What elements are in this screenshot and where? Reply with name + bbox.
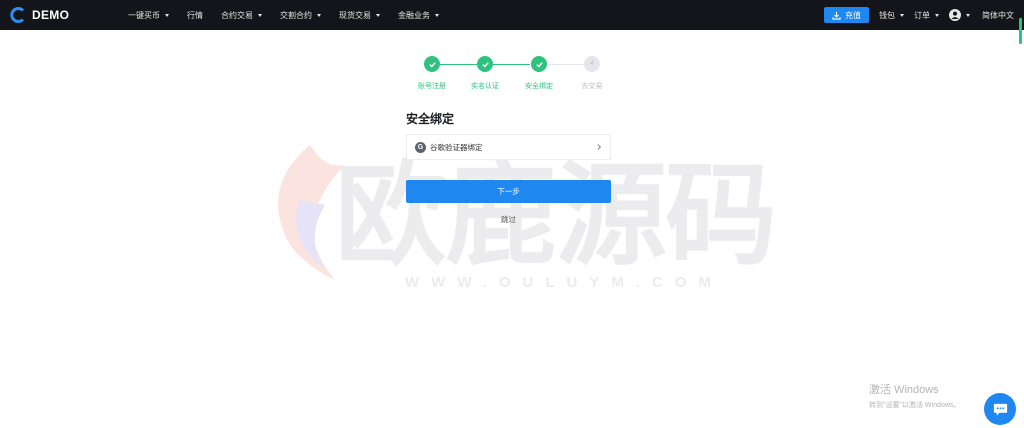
caret-down-icon bbox=[935, 13, 939, 17]
activation-title: 激活 Windows bbox=[869, 384, 939, 396]
support-chat-button[interactable] bbox=[984, 393, 1016, 425]
nav-item-label: 交割合约 bbox=[280, 10, 312, 20]
page-title: 安全绑定 bbox=[406, 112, 455, 126]
step-check-circle bbox=[424, 56, 440, 72]
nav-item-contract-trading[interactable]: 合约交易 bbox=[221, 0, 262, 30]
brand-name: DEMO bbox=[32, 8, 70, 22]
nav-item-spot-trading[interactable]: 现货交易 bbox=[339, 0, 380, 30]
nav-item-quick-buy[interactable]: 一键买币 bbox=[128, 0, 169, 30]
caret-down-icon bbox=[900, 13, 904, 17]
step-check-circle bbox=[477, 56, 493, 72]
step-go-trade: 4 去交易 bbox=[566, 56, 618, 91]
check-icon bbox=[535, 61, 543, 67]
brand-logo[interactable]: DEMO bbox=[10, 7, 69, 23]
recharge-label: 充值 bbox=[845, 10, 861, 20]
scrollbar-thumb[interactable] bbox=[1019, 18, 1022, 44]
caret-down-icon bbox=[258, 13, 262, 17]
step-label: 安全绑定 bbox=[525, 83, 553, 90]
caret-down-icon bbox=[317, 13, 321, 17]
step-label: 账号注册 bbox=[418, 83, 446, 90]
activation-subtitle: 转到"设置"以激活 Windows。 bbox=[869, 402, 961, 409]
check-icon bbox=[428, 61, 436, 67]
user-menu[interactable] bbox=[949, 9, 970, 21]
orders-label: 订单 bbox=[914, 10, 930, 20]
caret-down-icon bbox=[376, 13, 380, 17]
next-step-button[interactable]: 下一步 bbox=[406, 180, 611, 203]
nav-item-finance[interactable]: 金融业务 bbox=[398, 0, 439, 30]
step-security-binding: 安全绑定 bbox=[513, 56, 565, 91]
logo-c-icon bbox=[10, 7, 25, 23]
step-number-circle: 4 bbox=[584, 56, 600, 72]
nav-item-delivery-contract[interactable]: 交割合约 bbox=[280, 0, 321, 30]
chat-bubble-icon bbox=[993, 403, 1007, 416]
option-label: 谷歌验证器绑定 bbox=[430, 142, 483, 152]
step-real-name: 实名认证 bbox=[459, 56, 511, 91]
progress-steps: 账号注册 实名认证 安全绑定 4 去交易 bbox=[406, 56, 616, 96]
step-label: 实名认证 bbox=[471, 83, 499, 90]
header-actions: 充值 钱包 订单 简体中文 bbox=[824, 0, 1014, 30]
caret-down-icon bbox=[966, 13, 970, 17]
skip-link[interactable]: 跳过 bbox=[406, 214, 611, 225]
user-avatar-icon bbox=[949, 9, 961, 21]
wallet-menu[interactable]: 钱包 bbox=[879, 10, 904, 21]
google-icon-letter: G bbox=[417, 143, 424, 151]
nav-item-label: 金融业务 bbox=[398, 10, 430, 20]
recharge-button[interactable]: 充值 bbox=[824, 7, 869, 23]
language-switcher[interactable]: 简体中文 bbox=[982, 10, 1014, 21]
chevron-right-icon bbox=[597, 144, 602, 150]
caret-down-icon bbox=[435, 13, 439, 17]
nav-item-label: 一键买币 bbox=[128, 10, 160, 20]
nav-item-label: 合约交易 bbox=[221, 10, 253, 20]
google-authenticator-icon: G bbox=[415, 141, 426, 153]
nav-item-label: 行情 bbox=[187, 10, 203, 20]
step-account-register: 账号注册 bbox=[406, 56, 458, 91]
caret-down-icon bbox=[165, 13, 169, 17]
nav-item-market[interactable]: 行情 bbox=[187, 0, 203, 30]
step-check-circle bbox=[531, 56, 547, 72]
google-authenticator-option[interactable]: G 谷歌验证器绑定 bbox=[406, 134, 611, 160]
step-label: 去交易 bbox=[581, 83, 603, 90]
watermark-logo-icon bbox=[278, 145, 345, 280]
nav-item-label: 现货交易 bbox=[339, 10, 371, 20]
top-nav-bar: DEMO 一键买币 行情 合约交易 交割合约 现货交易 金融业务 充值 钱包 订… bbox=[0, 0, 1024, 30]
orders-menu[interactable]: 订单 bbox=[914, 10, 939, 21]
download-icon bbox=[832, 11, 841, 20]
wallet-label: 钱包 bbox=[879, 10, 895, 20]
watermark-url: WWW.OULUYM.COM bbox=[405, 274, 723, 291]
main-nav: 一键买币 行情 合约交易 交割合约 现货交易 金融业务 bbox=[128, 0, 457, 30]
windows-activation-notice: 激活 Windows 转到"设置"以激活 Windows。 bbox=[869, 381, 960, 410]
check-icon bbox=[481, 61, 489, 67]
